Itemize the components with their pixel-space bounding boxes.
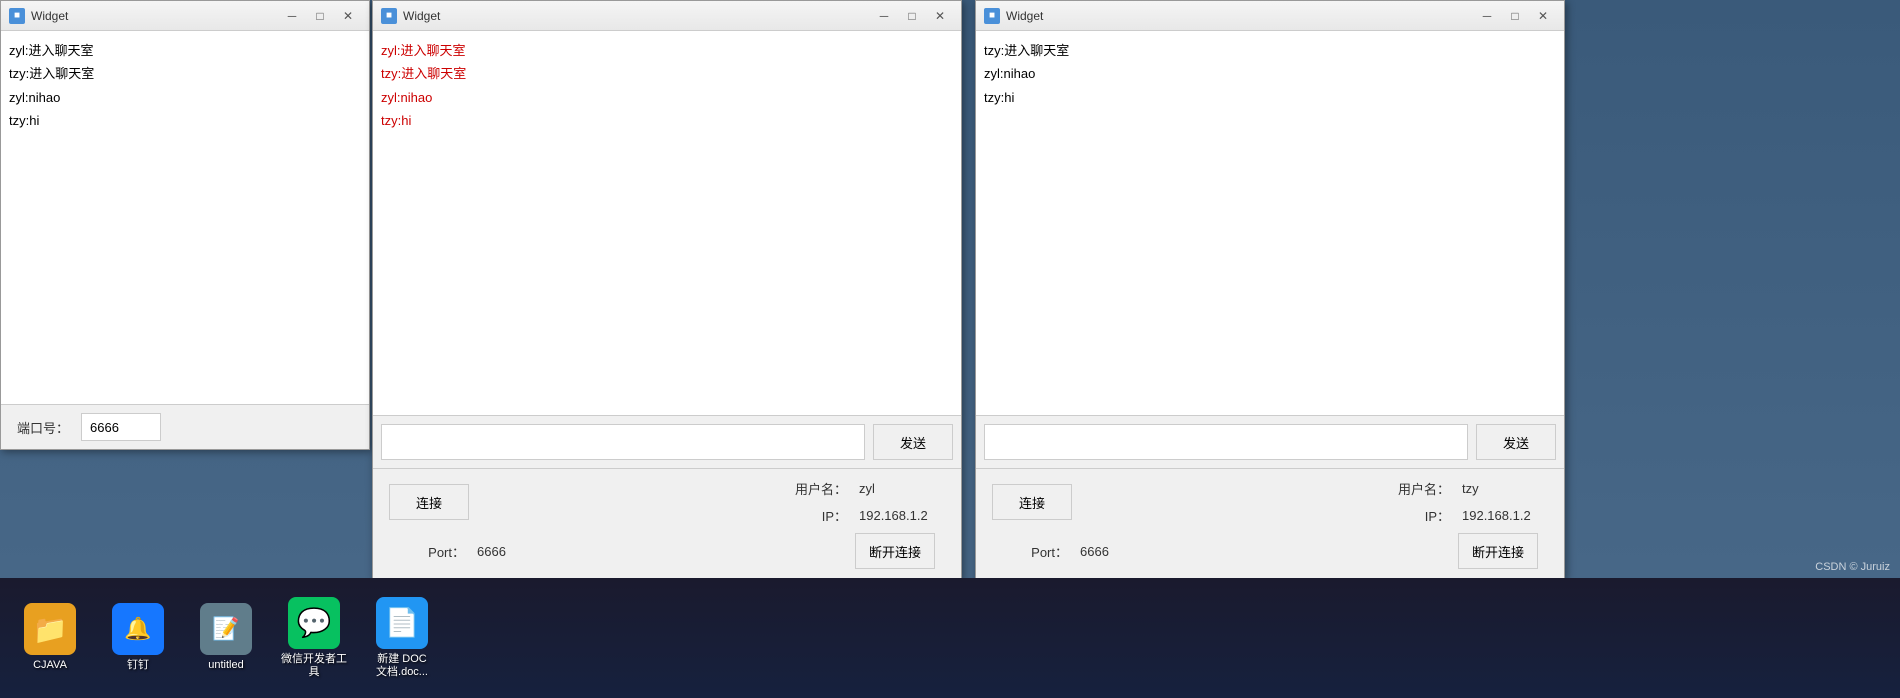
client2-username-label: 用户名： bbox=[1076, 479, 1454, 498]
server-titlebar: ■ Widget ─ □ ✕ bbox=[1, 1, 369, 31]
server-body: zyl:进入聊天室 tzy:进入聊天室 zyl:nihao tzy:hi 端口号… bbox=[1, 31, 369, 449]
client1-username-value: zyl bbox=[855, 479, 945, 498]
client2-msg-2: zyl:nihao bbox=[984, 62, 1556, 85]
client2-port-label: Port： bbox=[992, 542, 1072, 561]
client1-chat-area: zyl:进入聊天室 tzy:进入聊天室 zyl:nihao tzy:hi bbox=[373, 31, 961, 415]
client2-minimize-button[interactable]: ─ bbox=[1474, 5, 1500, 27]
client2-window-controls: ─ □ ✕ bbox=[1474, 5, 1556, 27]
server-window: ■ Widget ─ □ ✕ zyl:进入聊天室 tzy:进入聊天室 zyl:n… bbox=[0, 0, 370, 450]
client1-body: zyl:进入聊天室 tzy:进入聊天室 zyl:nihao tzy:hi 发送 … bbox=[373, 31, 961, 579]
untitled-icon: 📝 bbox=[200, 603, 252, 655]
client2-chat-area: tzy:进入聊天室 zyl:nihao tzy:hi bbox=[976, 31, 1564, 415]
client1-window-controls: ─ □ ✕ bbox=[871, 5, 953, 27]
client1-titlebar: ■ Widget ─ □ ✕ bbox=[373, 1, 961, 31]
server-msg-3: zyl:nihao bbox=[9, 86, 361, 109]
client1-message-input[interactable] bbox=[381, 424, 865, 460]
client1-window-icon: ■ bbox=[381, 8, 397, 24]
client1-msg-1: zyl:进入聊天室 bbox=[381, 39, 953, 62]
client2-msg-3: tzy:hi bbox=[984, 86, 1556, 109]
taskbar-item-wechat-dev[interactable]: 💬 微信开发者工具 bbox=[274, 588, 354, 688]
server-msg-4: tzy:hi bbox=[9, 109, 361, 132]
client2-body: tzy:进入聊天室 zyl:nihao tzy:hi 发送 用户名： tzy 连… bbox=[976, 31, 1564, 579]
client2-window: ■ Widget ─ □ ✕ tzy:进入聊天室 zyl:nihao tzy:h… bbox=[975, 0, 1565, 580]
client1-window-title: Widget bbox=[403, 9, 865, 23]
csdn-watermark: CSDN © Juruiz bbox=[1815, 561, 1890, 573]
server-minimize-button[interactable]: ─ bbox=[279, 5, 305, 27]
client1-ip-value: 192.168.1.2 bbox=[855, 506, 945, 525]
client2-msg-1: tzy:进入聊天室 bbox=[984, 39, 1556, 62]
server-maximize-button[interactable]: □ bbox=[307, 5, 333, 27]
client2-send-button[interactable]: 发送 bbox=[1476, 424, 1556, 460]
client1-send-row: 发送 bbox=[373, 416, 961, 468]
client2-disconnect-button[interactable]: 断开连接 bbox=[1458, 533, 1538, 569]
client2-ip-label: IP： bbox=[1076, 506, 1454, 525]
client2-maximize-button[interactable]: □ bbox=[1502, 5, 1528, 27]
client2-ip-value: 192.168.1.2 bbox=[1458, 506, 1548, 525]
server-port-panel: 端口号： bbox=[1, 405, 369, 449]
client1-port-value: 6666 bbox=[473, 542, 851, 561]
dingtalk-icon: 🔔 bbox=[112, 603, 164, 655]
client2-send-row: 发送 bbox=[976, 416, 1564, 468]
client1-close-button[interactable]: ✕ bbox=[927, 5, 953, 27]
port-input[interactable] bbox=[81, 413, 161, 441]
server-msg-2: tzy:进入聊天室 bbox=[9, 62, 361, 85]
client2-port-value: 6666 bbox=[1076, 542, 1454, 561]
taskbar-label-newdoc: 新建 DOC文档.doc... bbox=[376, 653, 428, 679]
client1-minimize-button[interactable]: ─ bbox=[871, 5, 897, 27]
taskbar-item-cjava[interactable]: 📁 CJAVA bbox=[10, 588, 90, 688]
wechat-dev-icon: 💬 bbox=[288, 597, 340, 649]
client2-message-input[interactable] bbox=[984, 424, 1468, 460]
taskbar-label-untitled: untitled bbox=[208, 659, 243, 672]
taskbar-label-cjava: CJAVA bbox=[33, 659, 67, 672]
client1-msg-4: tzy:hi bbox=[381, 109, 953, 132]
taskbar-item-untitled[interactable]: 📝 untitled bbox=[186, 588, 266, 688]
client1-msg-3: zyl:nihao bbox=[381, 86, 953, 109]
folder-icon-cjava: 📁 bbox=[24, 603, 76, 655]
client2-window-icon: ■ bbox=[984, 8, 1000, 24]
client2-window-title: Widget bbox=[1006, 9, 1468, 23]
taskbar: 📁 CJAVA 🔔 钉钉 📝 untitled 💬 微信开发者工具 📄 新建 D… bbox=[0, 578, 1900, 698]
server-window-icon: ■ bbox=[9, 8, 25, 24]
client1-maximize-button[interactable]: □ bbox=[899, 5, 925, 27]
client1-ip-label: IP： bbox=[473, 506, 851, 525]
port-label: 端口号： bbox=[17, 418, 69, 437]
client2-connect-button[interactable]: 连接 bbox=[992, 484, 1072, 520]
server-window-controls: ─ □ ✕ bbox=[279, 5, 361, 27]
client2-titlebar: ■ Widget ─ □ ✕ bbox=[976, 1, 1564, 31]
taskbar-label-dingtalk: 钉钉 bbox=[127, 659, 149, 672]
client1-connect-button[interactable]: 连接 bbox=[389, 484, 469, 520]
client2-close-button[interactable]: ✕ bbox=[1530, 5, 1556, 27]
client2-username-value: tzy bbox=[1458, 479, 1548, 498]
client1-username-label: 用户名： bbox=[473, 479, 851, 498]
client1-send-button[interactable]: 发送 bbox=[873, 424, 953, 460]
client1-msg-2: tzy:进入聊天室 bbox=[381, 62, 953, 85]
taskbar-label-wechat-dev: 微信开发者工具 bbox=[281, 653, 347, 679]
client1-window: ■ Widget ─ □ ✕ zyl:进入聊天室 tzy:进入聊天室 zyl:n… bbox=[372, 0, 962, 580]
client1-port-label: Port： bbox=[389, 542, 469, 561]
taskbar-item-newdoc[interactable]: 📄 新建 DOC文档.doc... bbox=[362, 588, 442, 688]
client1-disconnect-button[interactable]: 断开连接 bbox=[855, 533, 935, 569]
server-window-title: Widget bbox=[31, 9, 273, 23]
server-close-button[interactable]: ✕ bbox=[335, 5, 361, 27]
newdoc-icon: 📄 bbox=[376, 597, 428, 649]
taskbar-item-dingtalk[interactable]: 🔔 钉钉 bbox=[98, 588, 178, 688]
server-chat-area: zyl:进入聊天室 tzy:进入聊天室 zyl:nihao tzy:hi bbox=[1, 31, 369, 404]
server-msg-1: zyl:进入聊天室 bbox=[9, 39, 361, 62]
